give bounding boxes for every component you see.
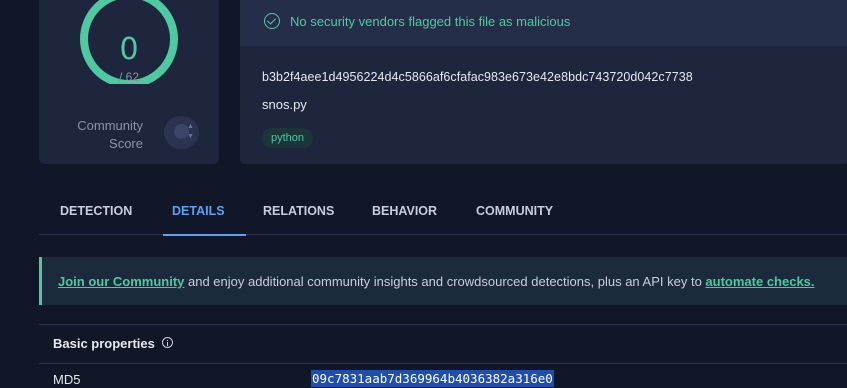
info-icon[interactable] [162, 337, 173, 348]
downvote-icon[interactable]: ▼ [187, 133, 194, 140]
detection-count: 0 [119, 32, 139, 67]
basic-properties-section: Basic properties MD5 09c7831aab7d369964b… [39, 324, 847, 388]
banner-middle-text: and enjoy additional community insights … [184, 274, 706, 289]
property-value-md5[interactable]: 09c7831aab7d369964b4036382a316e0 [311, 370, 554, 387]
file-report-page: 0 / 62 Community Score ▲ ▼ No security v… [0, 0, 847, 388]
file-name: snos.py [262, 97, 307, 112]
community-vote-control[interactable]: ▲ ▼ [164, 116, 199, 149]
detection-score-card: 0 / 62 Community Score ▲ ▼ [39, 0, 219, 164]
automate-checks-link[interactable]: automate checks. [705, 274, 814, 289]
divider [39, 363, 847, 364]
vendor-status-bar: No security vendors flagged this file as… [240, 0, 847, 46]
file-hash[interactable]: b3b2f4aee1d4956224d4c5866af6cfafac983e67… [262, 70, 693, 84]
file-tag[interactable]: python [262, 128, 314, 148]
file-summary-card: No security vendors flagged this file as… [240, 0, 847, 164]
section-title: Basic properties [53, 336, 155, 351]
tab-details[interactable]: DETAILS [163, 187, 245, 236]
upvote-icon[interactable]: ▲ [187, 123, 194, 130]
vendor-status-message: No security vendors flagged this file as… [290, 14, 571, 29]
report-tabs: DETECTION DETAILS RELATIONS BEHAVIOR COM… [39, 187, 847, 236]
property-key-md5: MD5 [53, 372, 81, 387]
tab-relations[interactable]: RELATIONS [263, 187, 334, 235]
community-score-label: Community Score [77, 118, 143, 151]
check-circle-icon [264, 13, 280, 29]
community-banner: Join our Community and enjoy additional … [39, 257, 847, 305]
detection-total: / 62 [118, 70, 139, 84]
tab-detection[interactable]: DETECTION [60, 187, 132, 235]
join-community-link[interactable]: Join our Community [58, 274, 184, 289]
community-banner-text: Join our Community and enjoy additional … [58, 274, 815, 289]
tab-behavior[interactable]: BEHAVIOR [372, 187, 437, 235]
tab-community[interactable]: COMMUNITY [476, 187, 553, 235]
